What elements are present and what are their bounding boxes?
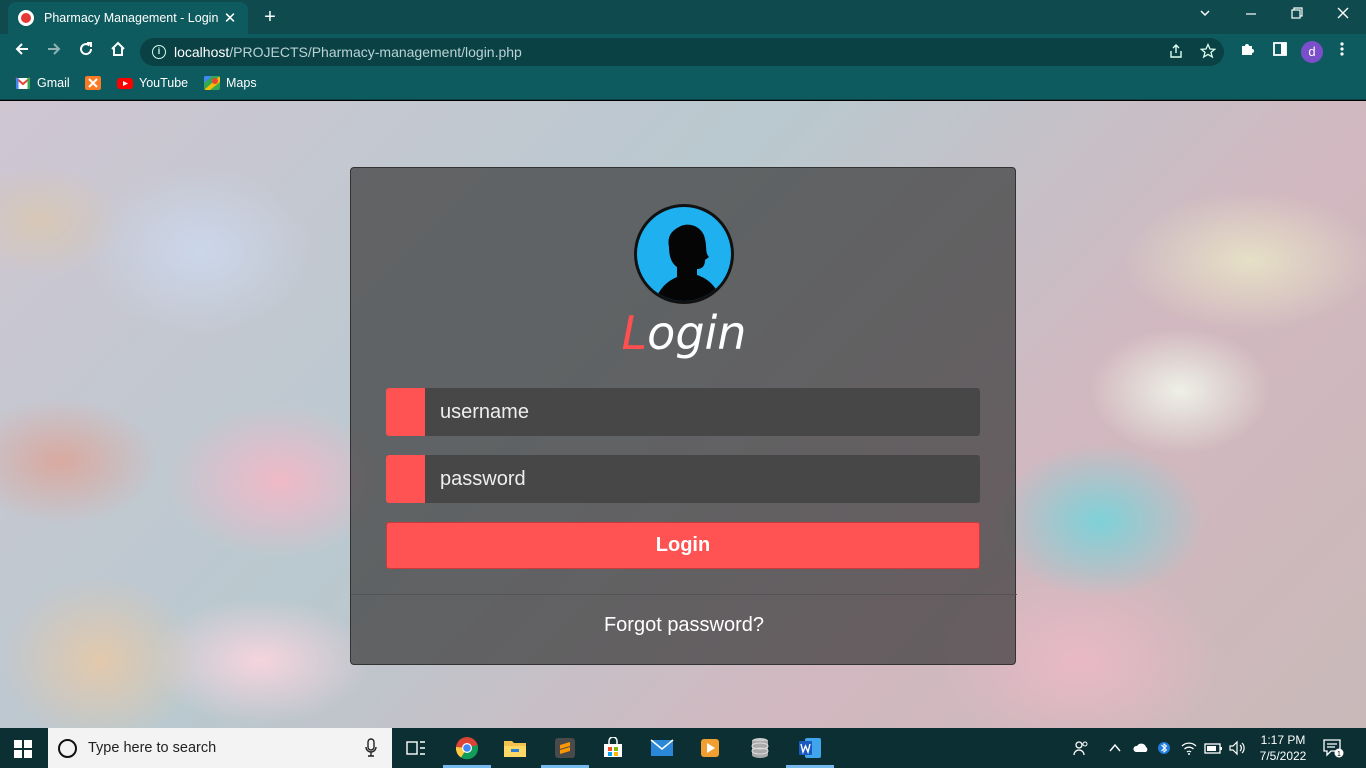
xampp-icon <box>85 76 101 90</box>
user-avatar-logo <box>634 204 734 304</box>
login-page-background: Login username password Login Forgot pas… <box>0 101 1366 728</box>
battery-icon[interactable] <box>1204 728 1224 768</box>
cortana-search-icon <box>58 738 77 758</box>
user-silhouette-icon <box>655 224 721 301</box>
bookmark-gmail[interactable]: Gmail <box>15 76 70 90</box>
mail-icon[interactable] <box>638 728 686 768</box>
media-player-icon[interactable] <box>686 728 734 768</box>
tab-search-chevron-icon[interactable] <box>1193 6 1217 23</box>
password-input[interactable]: password <box>425 455 980 503</box>
browser-tab[interactable]: Pharmacy Management - Login ✕ <box>8 2 248 34</box>
browser-menu-icon[interactable] <box>1330 40 1354 64</box>
database-icon[interactable] <box>736 728 784 768</box>
gmail-icon <box>15 77 31 89</box>
minimize-icon[interactable] <box>1239 6 1263 23</box>
share-icon[interactable] <box>1168 43 1184 63</box>
address-bar[interactable]: i localhost/PROJECTS/Pharmacy-management… <box>140 38 1224 66</box>
pharmacy-favicon-icon <box>18 10 34 26</box>
username-input[interactable]: username <box>425 388 980 436</box>
bookmark-label: YouTube <box>139 76 189 90</box>
youtube-icon <box>117 78 133 89</box>
bookmark-label: Maps <box>226 76 257 90</box>
browser-toolbar: i localhost/PROJECTS/Pharmacy-management… <box>0 34 1366 70</box>
home-icon[interactable] <box>106 40 130 64</box>
close-window-icon[interactable] <box>1331 6 1355 23</box>
restore-icon[interactable] <box>1285 6 1309 23</box>
profile-avatar[interactable]: d <box>1301 41 1323 63</box>
username-accent <box>386 388 425 436</box>
windows-taskbar: Type here to search 1:17 PM 7/5/2022 1 <box>0 728 1366 768</box>
url-text: localhost/PROJECTS/Pharmacy-management/l… <box>174 44 522 60</box>
taskbar-clock[interactable]: 1:17 PM 7/5/2022 <box>1250 732 1316 764</box>
extensions-puzzle-icon[interactable] <box>1236 40 1260 64</box>
sublime-text-icon[interactable] <box>541 728 589 768</box>
forward-arrow-icon[interactable] <box>42 40 66 64</box>
bookmark-label: Gmail <box>37 76 70 90</box>
microsoft-store-icon[interactable] <box>589 728 637 768</box>
login-card: Login username password Login Forgot pas… <box>350 167 1017 665</box>
search-placeholder: Type here to search <box>88 740 217 756</box>
bookmark-xampp[interactable] <box>85 76 107 90</box>
clock-date: 7/5/2022 <box>1259 749 1307 763</box>
taskbar-search-box[interactable]: Type here to search <box>48 728 392 768</box>
reload-icon[interactable] <box>74 40 98 64</box>
notification-count: 1 <box>1337 751 1341 758</box>
back-arrow-icon[interactable] <box>10 40 34 64</box>
bookmark-maps[interactable]: Maps <box>204 76 257 90</box>
password-field[interactable]: password <box>386 455 980 503</box>
maps-icon <box>204 76 220 90</box>
bluetooth-icon[interactable] <box>1158 728 1170 768</box>
tab-close-icon[interactable]: ✕ <box>222 9 238 27</box>
side-panel-icon[interactable] <box>1268 40 1292 64</box>
login-heading: Login <box>621 306 747 360</box>
password-accent <box>386 455 425 503</box>
file-explorer-icon[interactable] <box>491 728 539 768</box>
new-tab-button[interactable]: + <box>258 6 282 30</box>
windows-start-icon[interactable] <box>14 740 32 758</box>
card-divider <box>351 594 1017 595</box>
bookmarks-bar: Gmail YouTube Maps <box>0 70 1366 100</box>
bookmark-star-icon[interactable] <box>1199 42 1217 63</box>
task-view-icon[interactable] <box>392 728 440 768</box>
clock-time: 1:17 PM <box>1260 733 1306 747</box>
notifications-icon[interactable]: 1 <box>1322 728 1344 768</box>
wifi-icon[interactable] <box>1180 728 1198 768</box>
people-icon[interactable] <box>1072 728 1090 768</box>
browser-tab-strip: Pharmacy Management - Login ✕ + <box>0 0 1366 34</box>
login-button[interactable]: Login <box>386 522 980 569</box>
forgot-password-link[interactable]: Forgot password? <box>351 614 1017 637</box>
site-info-icon[interactable]: i <box>152 45 166 59</box>
username-field[interactable]: username <box>386 388 980 436</box>
bookmark-youtube[interactable]: YouTube <box>117 76 188 90</box>
onedrive-icon[interactable] <box>1132 728 1150 768</box>
chrome-taskbar-icon[interactable] <box>443 728 491 768</box>
volume-icon[interactable] <box>1228 728 1246 768</box>
word-icon[interactable] <box>786 728 834 768</box>
microphone-icon[interactable] <box>364 738 378 758</box>
tray-chevron-up-icon[interactable] <box>1108 728 1122 768</box>
tab-title: Pharmacy Management - Login <box>44 11 219 25</box>
